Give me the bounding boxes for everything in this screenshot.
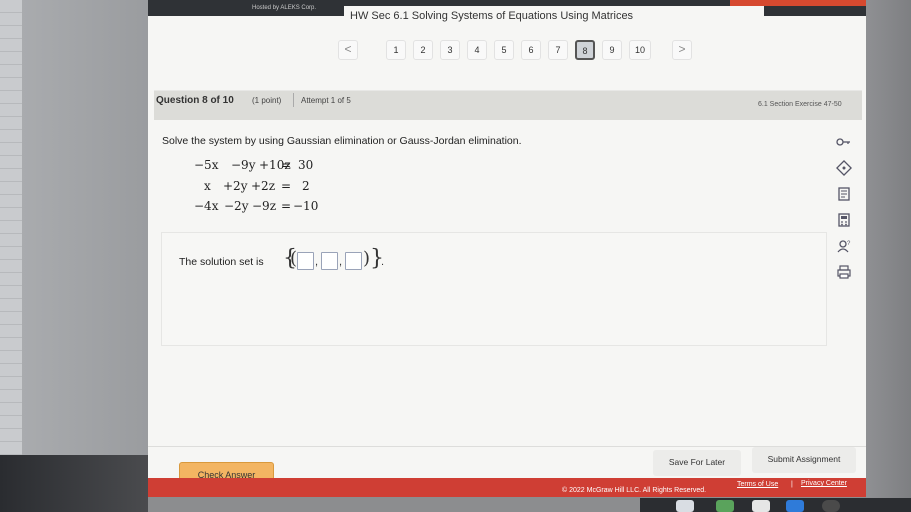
- question-header-bar: [154, 90, 862, 120]
- eq3-equals: =: [281, 199, 292, 213]
- eq3-rhs: −10: [293, 199, 319, 213]
- question-prompt: Solve the system by using Gaussian elimi…: [162, 135, 522, 147]
- hint-icon[interactable]: [836, 160, 852, 176]
- page-button-7[interactable]: 7: [548, 40, 568, 60]
- page-button-6[interactable]: 6: [521, 40, 541, 60]
- page-button-3[interactable]: 3: [440, 40, 460, 60]
- dock-app-icon[interactable]: [752, 500, 770, 512]
- page-button-2[interactable]: 2: [413, 40, 433, 60]
- background-strip: [0, 0, 22, 460]
- eq1-y: −9y: [231, 158, 256, 172]
- question-pager: < 1 2 3 4 5 6 7 8 9 10 >: [338, 40, 698, 62]
- background-dark: [0, 455, 148, 512]
- eq2-x: x: [204, 179, 211, 193]
- x-value-input[interactable]: [297, 252, 314, 270]
- eq3-x: −4x: [194, 199, 219, 213]
- hosted-by-label: Hosted by ALEKS Corp.: [252, 5, 317, 11]
- svg-text:?: ?: [847, 241, 851, 247]
- attempt-counter: Attempt 1 of 5: [301, 96, 351, 105]
- background-right: [866, 0, 911, 512]
- calculator-icon[interactable]: [836, 212, 852, 228]
- assignment-title: HW Sec 6.1 Solving Systems of Equations …: [350, 10, 634, 22]
- key-icon[interactable]: [836, 134, 852, 150]
- answer-area: [161, 232, 827, 346]
- eq3-z: −9z: [252, 199, 277, 213]
- next-question-button[interactable]: >: [672, 40, 692, 60]
- z-value-input[interactable]: [345, 252, 362, 270]
- footer-separator: |: [791, 481, 793, 488]
- eq1-equals: =: [281, 158, 292, 172]
- page-button-5[interactable]: 5: [494, 40, 514, 60]
- close-paren: ): [363, 248, 371, 269]
- page-button-4[interactable]: 4: [467, 40, 487, 60]
- solution-set-label: The solution set is: [179, 256, 264, 268]
- dock-app-icon[interactable]: [822, 500, 840, 512]
- submit-assignment-button[interactable]: Submit Assignment: [752, 447, 856, 473]
- answer-period: .: [381, 256, 385, 268]
- aleks-window: Hosted by ALEKS Corp. HW Sec 6.1 Solving…: [148, 0, 866, 497]
- copyright-text: © 2022 McGraw Hill LLC. All Rights Reser…: [562, 487, 707, 494]
- privacy-center-link[interactable]: Privacy Center: [801, 480, 847, 487]
- background-left: [22, 0, 148, 460]
- section-exercise-label: 6.1 Section Exercise 47-50: [758, 101, 842, 108]
- comma-1: ,: [315, 256, 319, 268]
- eq1-rhs: 30: [298, 158, 314, 172]
- eq1-x: −5x: [194, 158, 219, 172]
- terms-of-use-link[interactable]: Terms of Use: [737, 481, 778, 488]
- comma-2: ,: [339, 256, 343, 268]
- save-for-later-button[interactable]: Save For Later: [653, 450, 741, 476]
- page-button-10[interactable]: 10: [629, 40, 651, 60]
- eq2-rhs: 2: [302, 179, 310, 193]
- y-value-input[interactable]: [321, 252, 338, 270]
- help-person-icon[interactable]: ?: [836, 238, 852, 254]
- page-button-9[interactable]: 9: [602, 40, 622, 60]
- dock-app-icon[interactable]: [676, 500, 694, 512]
- question-points: (1 point): [252, 96, 282, 105]
- header-divider: [293, 93, 294, 107]
- print-icon[interactable]: [836, 264, 852, 280]
- dock-app-icon[interactable]: [786, 500, 804, 512]
- dock-app-icon[interactable]: [716, 500, 734, 512]
- open-paren: (: [290, 248, 298, 269]
- eq3-y: −2y: [224, 199, 249, 213]
- eq2-z: +2z: [251, 179, 276, 193]
- eq2-equals: =: [281, 179, 292, 193]
- prev-question-button[interactable]: <: [338, 40, 358, 60]
- notes-icon[interactable]: [836, 186, 852, 202]
- question-number: Question 8 of 10: [156, 95, 234, 106]
- page-button-1[interactable]: 1: [386, 40, 406, 60]
- eq2-y: +2y: [223, 179, 248, 193]
- page-button-8-current[interactable]: 8: [575, 40, 595, 60]
